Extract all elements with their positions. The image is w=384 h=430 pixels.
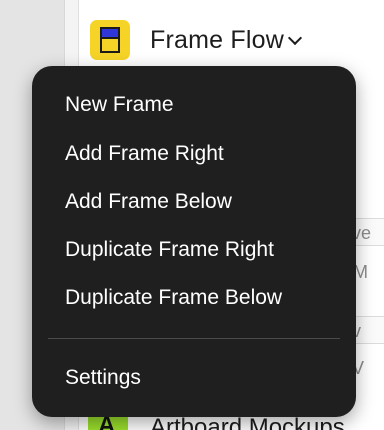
chevron-down-icon[interactable]: [287, 30, 303, 46]
stage: Frame Flow r Deve _/_M Dev MyV A Artboar…: [0, 0, 384, 430]
menu-item-duplicate-frame-below[interactable]: Duplicate Frame Below: [65, 286, 282, 310]
menu-divider: [48, 338, 340, 339]
menu-item-settings[interactable]: Settings: [65, 366, 141, 390]
frame-flow-icon: [90, 20, 130, 60]
frame-flow-menu: New Frame Add Frame Right Add Frame Belo…: [32, 66, 356, 417]
menu-item-duplicate-frame-right[interactable]: Duplicate Frame Right: [65, 238, 274, 262]
plugin-title[interactable]: Frame Flow: [150, 26, 284, 55]
plugin-header[interactable]: Frame Flow: [90, 18, 303, 62]
frame-fill-shape: [100, 27, 120, 39]
menu-item-add-frame-right[interactable]: Add Frame Right: [65, 142, 224, 166]
menu-item-add-frame-below[interactable]: Add Frame Below: [65, 190, 232, 214]
menu-item-new-frame[interactable]: New Frame: [65, 93, 174, 117]
